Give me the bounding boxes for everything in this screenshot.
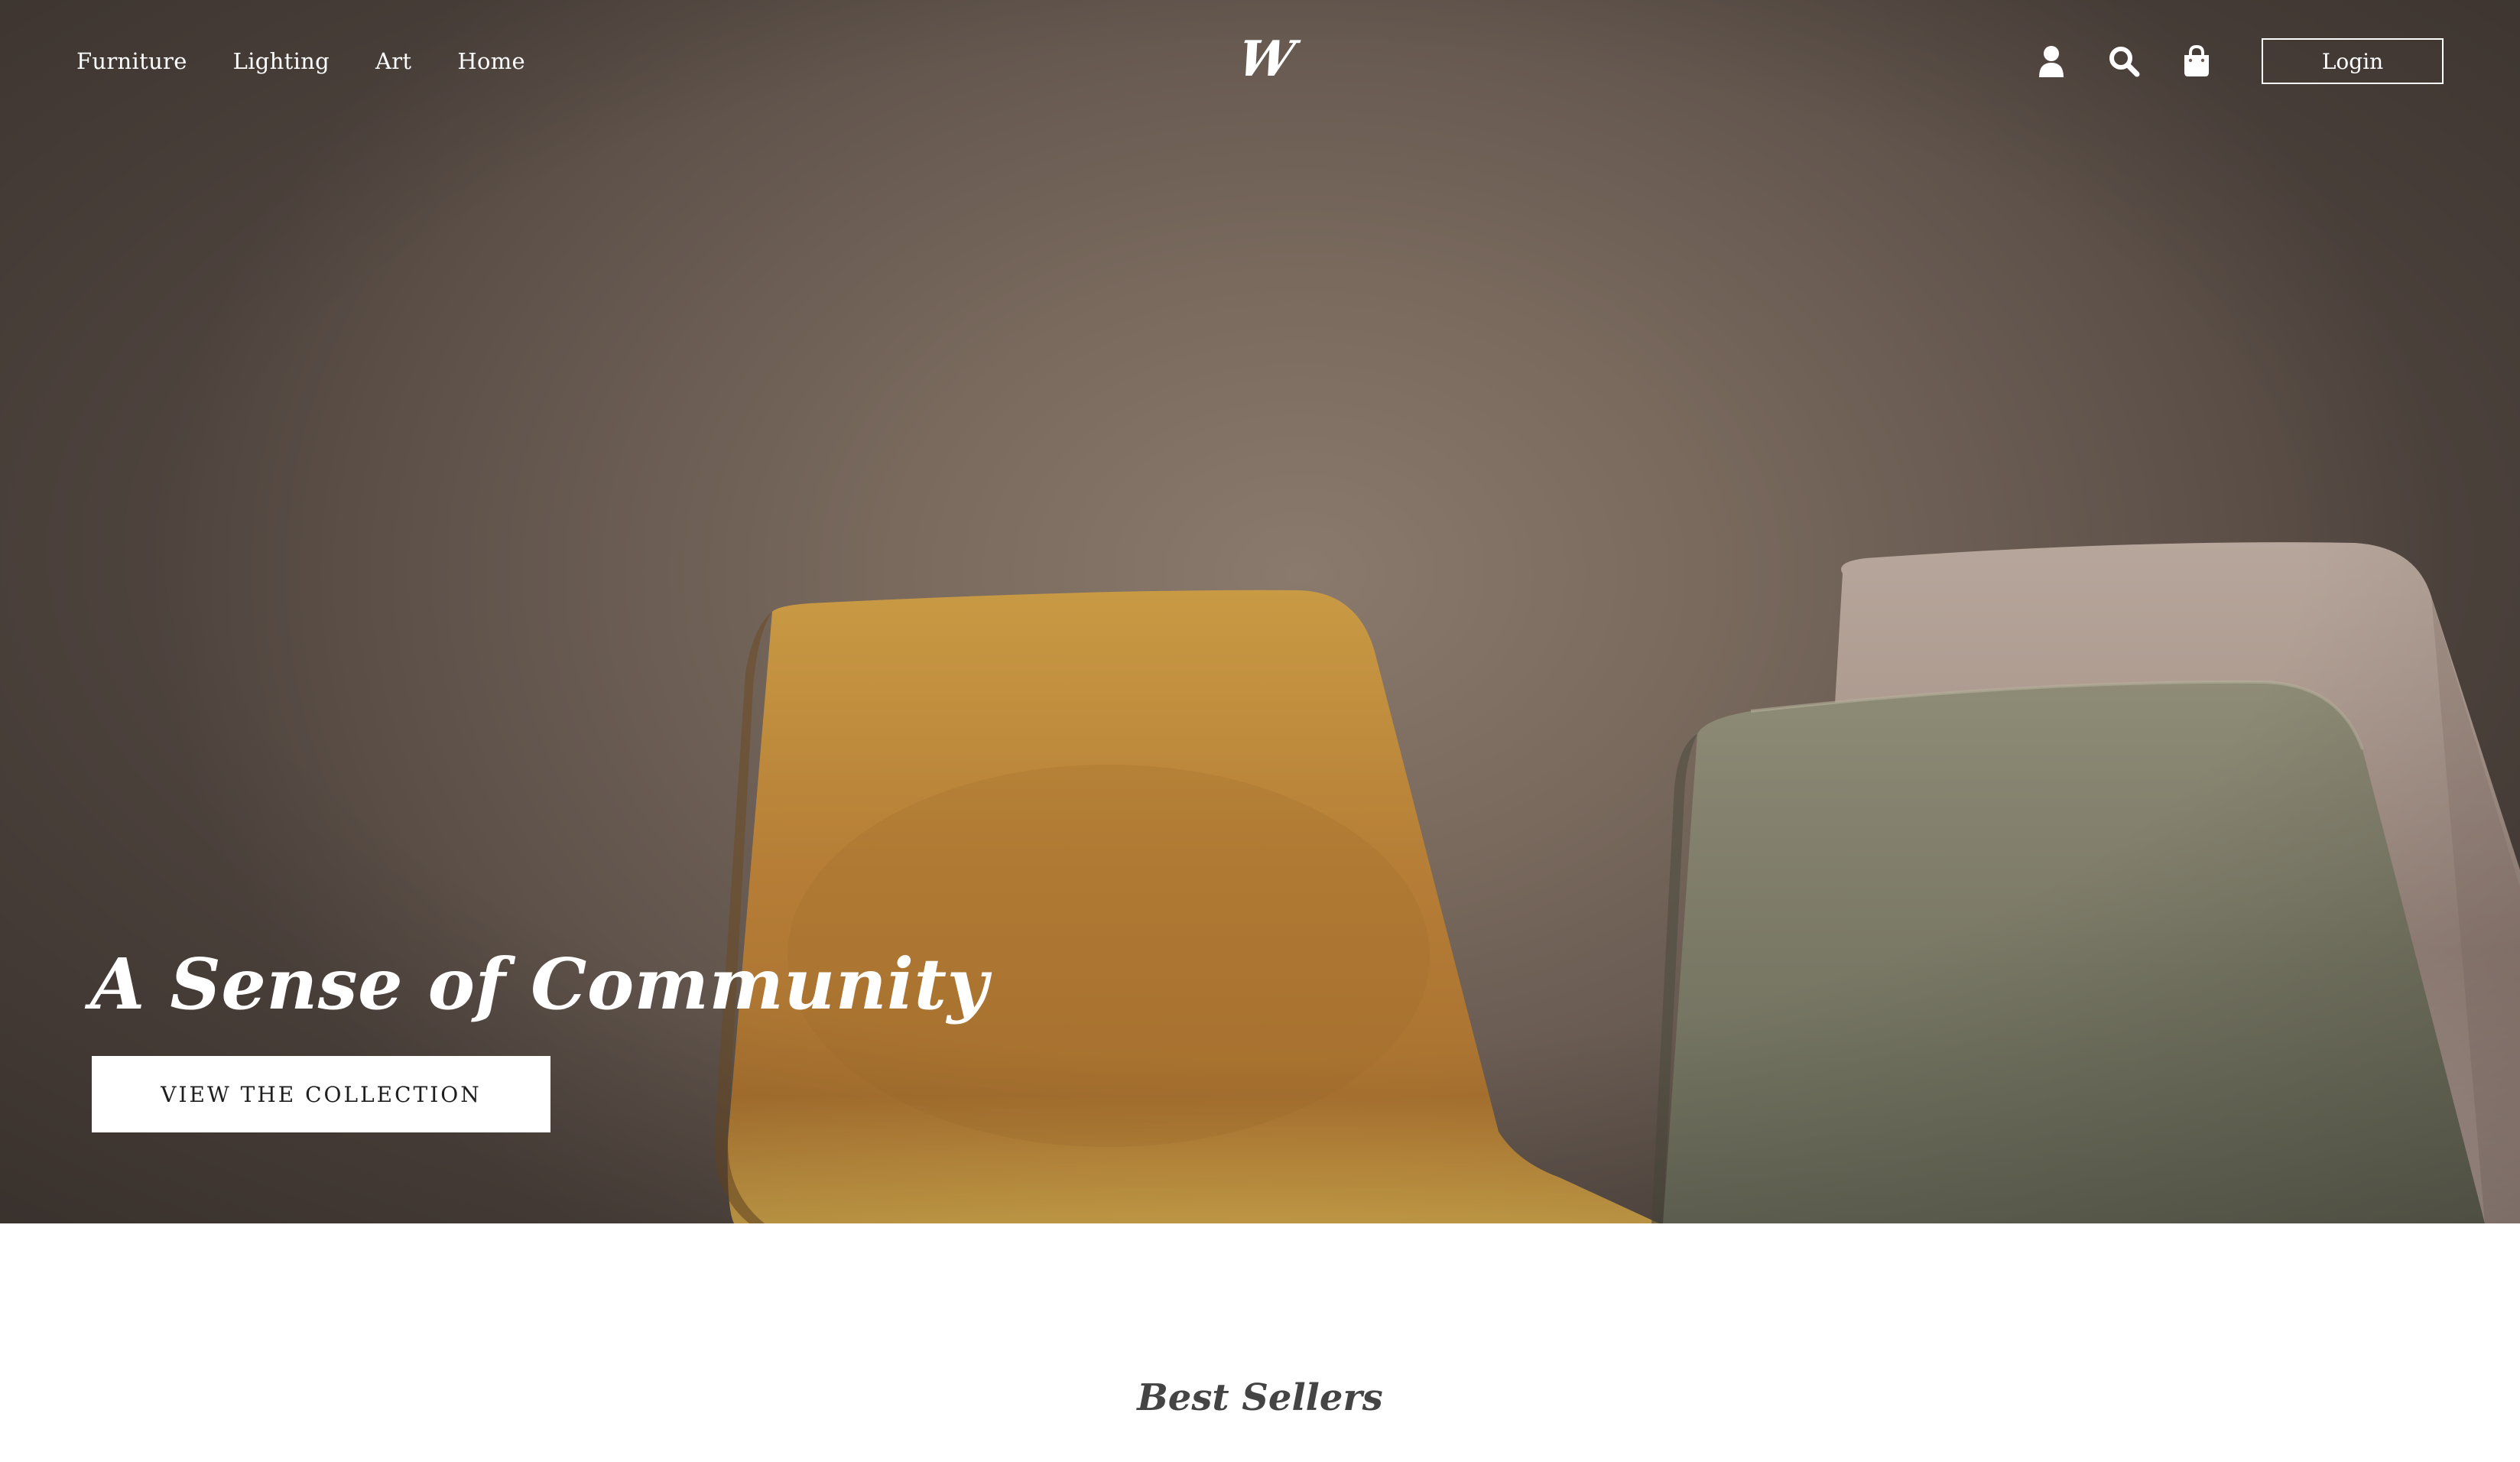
shopping-bag-icon [2184,45,2209,76]
user-icon [2039,46,2064,77]
main-nav: Furniture Lighting Art Home [76,44,525,78]
best-sellers-heading: Best Sellers [1137,1376,1383,1419]
cart-button[interactable] [2175,40,2218,83]
logo-mark: W [1233,31,1299,88]
hero-title: A Sense of Community [90,943,989,1025]
view-collection-button[interactable]: VIEW THE COLLECTION [92,1056,550,1132]
account-button[interactable] [2030,40,2073,83]
nav-link-lighting[interactable]: Lighting [233,44,330,78]
brand-logo[interactable]: W [1234,31,1299,88]
search-button[interactable] [2103,40,2145,83]
nav-link-home[interactable]: Home [457,44,525,78]
nav-link-art[interactable]: Art [375,44,411,78]
login-button[interactable]: Login [2262,38,2444,84]
hero-image [0,0,2520,1223]
hero-banner: Furniture Lighting Art Home W Login A Se… [0,0,2520,1223]
nav-actions: Login [2030,38,2444,84]
nav-link-furniture[interactable]: Furniture [76,44,187,78]
search-icon [2109,47,2140,77]
